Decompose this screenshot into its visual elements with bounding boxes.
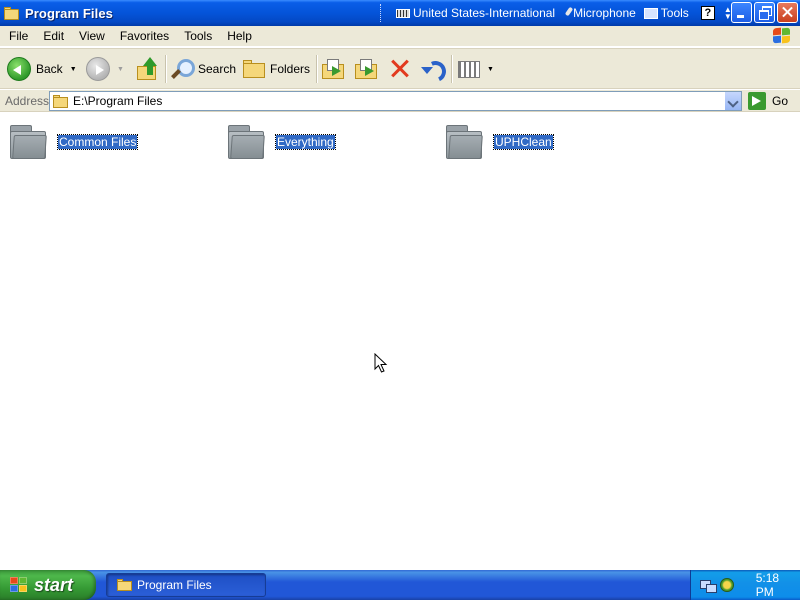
microphone-button[interactable]: Microphone xyxy=(563,6,636,20)
move-to-icon xyxy=(322,58,346,80)
up-folder-icon xyxy=(134,57,158,81)
toolbar-separator xyxy=(451,55,453,83)
delete-icon xyxy=(389,58,411,80)
language-bar-grip[interactable] xyxy=(380,4,384,22)
folder-name[interactable]: Everything xyxy=(275,134,336,150)
tools-icon xyxy=(643,7,658,19)
delete-button[interactable] xyxy=(389,54,411,84)
views-dropdown-icon[interactable]: ▼ xyxy=(487,66,494,73)
restore-button[interactable] xyxy=(754,2,775,23)
folder-item-everything[interactable]: Everything xyxy=(226,122,336,162)
title-bar[interactable]: Program Files United States-Internationa… xyxy=(0,0,800,26)
address-field[interactable]: E:\Program Files xyxy=(49,91,742,111)
views-icon xyxy=(458,60,480,78)
folder-name[interactable]: UPHClean xyxy=(493,134,554,150)
address-value[interactable]: E:\Program Files xyxy=(73,94,162,108)
start-button[interactable]: start xyxy=(0,570,96,600)
menu-file[interactable]: File xyxy=(3,29,34,43)
back-arrow-icon xyxy=(7,57,31,81)
close-button[interactable] xyxy=(777,2,798,23)
help-icon[interactable]: ? xyxy=(700,6,715,20)
language-bar: United States-International Microphone T… xyxy=(380,2,733,24)
start-label: start xyxy=(34,574,74,595)
window-title: Program Files xyxy=(25,5,113,21)
keyboard-icon xyxy=(396,8,410,18)
language-button[interactable]: United States-International xyxy=(396,6,555,20)
search-icon xyxy=(171,58,195,80)
microphone-icon xyxy=(563,7,573,19)
taskbar: start Program Files 5:18 PM xyxy=(0,570,800,600)
menu-view[interactable]: View xyxy=(73,29,111,43)
taskbar-item-label: Program Files xyxy=(137,578,212,592)
forward-dropdown-icon[interactable]: ▼ xyxy=(117,66,124,73)
views-button[interactable]: ▼ xyxy=(458,54,494,84)
toolbar-separator xyxy=(165,55,167,83)
folder-icon xyxy=(226,123,266,161)
folder-name[interactable]: Common Files xyxy=(56,134,139,150)
forward-button[interactable]: ▼ xyxy=(86,54,124,84)
address-bar: Address E:\Program Files Go xyxy=(0,90,800,112)
move-to-button[interactable] xyxy=(322,54,346,84)
copy-to-icon xyxy=(355,58,379,80)
tools-label: Tools xyxy=(660,6,689,20)
file-list[interactable]: Common Files Everything UPHClean xyxy=(0,112,800,570)
update-icon[interactable] xyxy=(719,578,734,592)
up-folder-button[interactable] xyxy=(134,54,158,84)
toolbar-separator xyxy=(316,55,318,83)
folder-item-uphclean[interactable]: UPHClean xyxy=(444,122,554,162)
network-icon[interactable] xyxy=(700,578,717,593)
undo-icon xyxy=(420,58,444,80)
menu-help[interactable]: Help xyxy=(221,29,258,43)
folder-icon[interactable] xyxy=(4,6,20,20)
tools-button[interactable]: Tools xyxy=(643,6,689,20)
go-arrow-icon xyxy=(748,92,766,110)
folder-icon xyxy=(444,123,484,161)
undo-button[interactable] xyxy=(420,54,444,84)
toolbar: Back ▼ ▼ Search Folders ▼ xyxy=(0,48,800,89)
copy-to-button[interactable] xyxy=(355,54,379,84)
forward-arrow-icon xyxy=(86,57,110,81)
address-dropdown-icon[interactable] xyxy=(724,92,741,110)
go-button[interactable]: Go xyxy=(748,92,788,110)
windows-logo-icon xyxy=(772,27,792,45)
go-label: Go xyxy=(772,94,789,108)
folder-item-common-files[interactable]: Common Files xyxy=(8,122,139,162)
folders-icon xyxy=(243,60,265,78)
mouse-cursor-icon xyxy=(374,353,388,373)
minimize-button[interactable] xyxy=(731,2,752,23)
folder-icon xyxy=(8,123,48,161)
clock[interactable]: 5:18 PM xyxy=(756,571,800,599)
folder-icon xyxy=(117,579,132,591)
folders-button[interactable]: Folders xyxy=(243,54,310,84)
folder-icon xyxy=(53,94,69,108)
microphone-label: Microphone xyxy=(573,6,636,20)
back-dropdown-icon[interactable]: ▼ xyxy=(70,66,77,73)
back-button[interactable]: Back ▼ xyxy=(7,54,77,84)
system-tray: 5:18 PM xyxy=(690,570,800,600)
menu-favorites[interactable]: Favorites xyxy=(114,29,175,43)
language-label: United States-International xyxy=(413,6,556,20)
menu-bar: File Edit View Favorites Tools Help xyxy=(0,26,800,47)
menu-edit[interactable]: Edit xyxy=(37,29,70,43)
address-label: Address xyxy=(5,94,50,108)
back-label: Back xyxy=(36,62,63,76)
search-button[interactable]: Search xyxy=(171,54,236,84)
folders-label: Folders xyxy=(270,62,311,76)
windows-logo-icon xyxy=(10,577,28,593)
search-label: Search xyxy=(198,62,237,76)
menu-tools[interactable]: Tools xyxy=(178,29,218,43)
taskbar-item-program-files[interactable]: Program Files xyxy=(106,573,266,597)
